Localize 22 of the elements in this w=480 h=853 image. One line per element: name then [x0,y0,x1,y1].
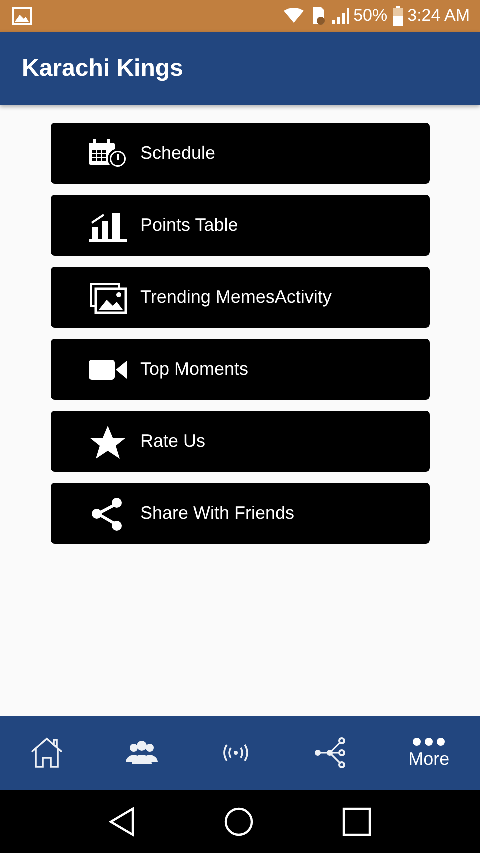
app-title: Karachi Kings [22,54,184,82]
nav-tab[interactable]: More [400,732,458,774]
clock: 3:24 AM [408,6,470,26]
menu-button[interactable]: Rate Us [50,411,430,472]
recents-icon[interactable] [342,806,372,836]
menu-button[interactable]: Top Moments [50,339,430,400]
star-icon [88,424,128,458]
network-icon [314,737,348,769]
home-button-icon[interactable] [224,806,254,836]
home-icon [30,737,64,769]
signal-icon [330,7,349,25]
menu-button[interactable]: Points Table [50,195,430,256]
menu-button[interactable]: Trending MemesActivity [50,267,430,328]
back-icon[interactable] [108,806,136,836]
more-icon [412,736,446,746]
gallery-icon [88,280,128,314]
menu-button[interactable]: Schedule [50,123,430,184]
image-icon [12,7,32,25]
battery-icon [392,6,403,26]
wifi-icon [282,8,305,24]
battery-percentage: 50% [354,6,388,26]
menu-button[interactable]: Share With Friends [50,483,430,544]
